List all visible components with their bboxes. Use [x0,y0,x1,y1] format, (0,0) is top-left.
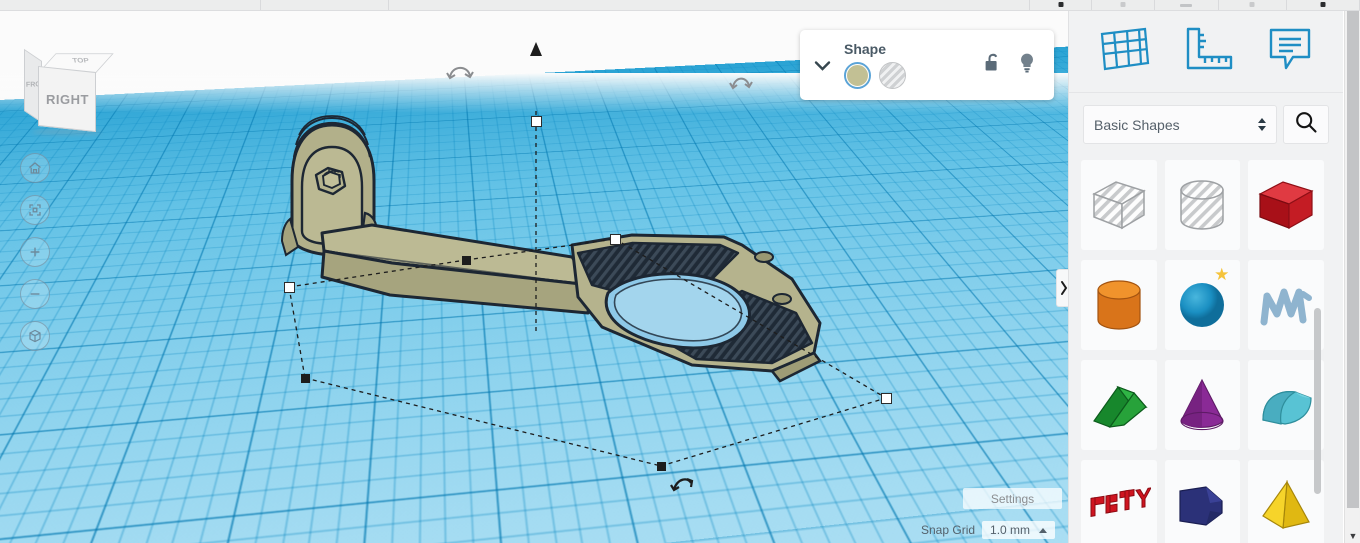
toolbar-button-undo[interactable] [1030,0,1093,10]
workplane-icon[interactable] [1098,25,1152,78]
toolbar-segment-3[interactable] [389,0,1031,10]
toolbar-segment-2[interactable] [261,0,390,10]
shape-panel-content: Shape [844,41,984,89]
toolbar-button-group[interactable] [1219,0,1287,10]
chevron-down-icon[interactable] [800,59,844,72]
snap-grid-dropdown[interactable]: 1.0 mm [982,521,1056,539]
shape-library-dropdown[interactable]: Basic Shapes [1083,105,1277,144]
shape-panel-title: Shape [844,41,887,57]
notes-icon[interactable] [1266,25,1314,78]
shape-library-value: Basic Shapes [1094,116,1180,133]
shapes-panel-scrollbar[interactable] [1314,308,1321,494]
shapes-side-panel: Basic Shapes ★ [1068,11,1343,543]
ruler-icon[interactable] [1183,26,1235,77]
shape-item-box[interactable] [1248,160,1324,250]
toolbar-button-redo[interactable] [1092,0,1155,10]
page-scrollbar[interactable]: ▼ [1344,11,1360,543]
shape-item-cylinder-hole[interactable] [1164,160,1241,250]
zoom-in-button[interactable] [20,237,50,267]
lightbulb-icon[interactable] [1018,52,1036,79]
search-icon [1294,110,1318,139]
scroll-down-arrow-icon[interactable]: ▼ [1345,531,1360,541]
shape-item-text[interactable] [1081,460,1157,543]
toolbar-segment-1[interactable] [0,0,261,10]
caret-up-icon [1039,527,1048,533]
fit-to-view-button[interactable] [20,195,50,225]
library-search-row: Basic Shapes [1069,93,1343,154]
panel-tool-icons [1069,11,1343,93]
search-button[interactable] [1283,105,1329,144]
shape-item-cylinder[interactable] [1081,260,1157,350]
stepper-icon [1258,118,1266,131]
view-cube-front-label: RIGHT [45,91,89,107]
collapse-panel-button[interactable] [1056,269,1068,307]
cad-editor-window: FRONT TOP RIGHT [0,0,1360,543]
height-handle[interactable] [530,42,542,56]
toolbar-button-align[interactable] [1287,0,1360,10]
selected-bracket-arm[interactable] [272,115,832,427]
cylinder-hex-part[interactable] [128,267,278,434]
swatch-hole[interactable] [879,62,906,89]
shape-item-cone[interactable] [1164,360,1241,450]
shape-item-polygon[interactable] [1164,460,1241,543]
settings-button[interactable]: Settings [963,488,1062,509]
snap-grid-label: Snap Grid [921,523,976,537]
shape-item-scribble[interactable] [1248,260,1324,350]
snap-grid-value: 1.0 mm [990,523,1031,537]
shape-item-round-roof[interactable] [1248,360,1324,450]
view-navigation-controls [20,153,52,363]
star-badge-icon: ★ [1214,265,1230,284]
zoom-out-button[interactable] [20,279,50,309]
shape-library-grid: ★ [1081,160,1324,543]
shape-panel-actions [984,52,1054,79]
view-cube-top-label: TOP [71,56,90,64]
swatch-solid[interactable] [844,62,871,89]
toolbar-button-delete[interactable] [1155,0,1219,10]
page-scrollbar-thumb[interactable] [1347,11,1359,508]
top-toolbar [0,0,1360,11]
view-cube[interactable]: FRONT TOP RIGHT [22,47,114,137]
shape-item-box-hole[interactable] [1081,160,1157,250]
view-cube-face-right[interactable]: RIGHT [38,65,96,133]
shape-item-sphere[interactable]: ★ [1164,260,1241,350]
shape-color-swatches [844,62,984,89]
shape-item-roof[interactable] [1081,360,1157,450]
snap-grid-control: Snap Grid 1.0 mm [921,521,1056,539]
home-view-button[interactable] [20,153,50,183]
unlocked-padlock-icon[interactable] [984,52,1002,79]
shape-item-pyramid[interactable] [1248,460,1324,543]
shape-properties-panel[interactable]: Shape [800,30,1054,100]
3d-viewport[interactable]: FRONT TOP RIGHT [0,11,1068,543]
perspective-toggle-button[interactable] [20,321,50,351]
